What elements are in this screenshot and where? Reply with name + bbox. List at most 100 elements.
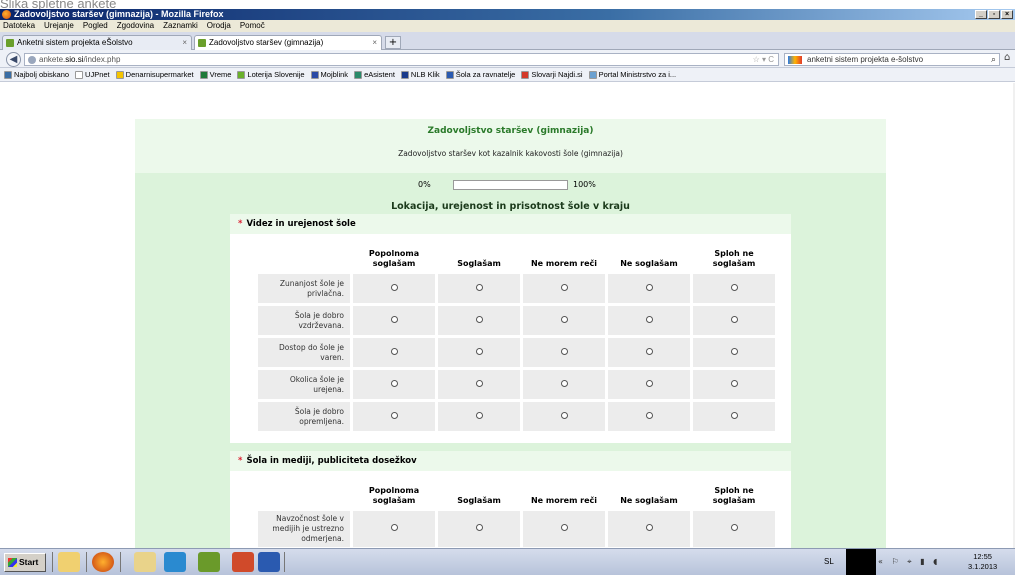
tab-zadovoljstvo[interactable]: Zadovoljstvo staršev (gimnazija) × [194,35,382,50]
bookmark-item[interactable]: eAsistent [354,68,395,81]
radio-cell[interactable] [353,338,435,367]
url-input[interactable]: ankete.sio.si/index.php ☆ ▾ C [24,53,779,66]
menu-item-zgodovina[interactable]: Zgodovina [117,20,154,32]
radio-button[interactable] [560,283,568,291]
radio-cell[interactable] [693,306,775,335]
radio-button[interactable] [390,283,398,291]
radio-button[interactable] [645,411,653,419]
radio-cell[interactable] [608,306,690,335]
radio-cell[interactable] [523,306,605,335]
radio-button[interactable] [390,379,398,387]
radio-button[interactable] [390,524,398,531]
radio-button[interactable] [730,524,738,531]
new-tab-button[interactable]: + [385,36,401,49]
bookmark-item[interactable]: Denarnisupermarket [115,68,194,81]
radio-button[interactable] [475,524,483,531]
radio-cell[interactable] [693,338,775,367]
bookmark-item[interactable]: NLB Klik [400,68,440,81]
radio-button[interactable] [475,347,483,355]
radio-cell[interactable] [523,511,605,547]
radio-cell[interactable] [353,370,435,399]
radio-cell[interactable] [353,274,435,303]
url-action-icons[interactable]: ☆ ▾ C [753,54,774,65]
radio-cell[interactable] [438,511,520,547]
menu-item-urejanje[interactable]: Urejanje [44,20,74,32]
tab-close-icon[interactable]: × [372,36,377,50]
radio-cell[interactable] [438,402,520,431]
radio-button[interactable] [645,315,653,323]
radio-button[interactable] [560,347,568,355]
radio-cell[interactable] [693,274,775,303]
media-icon[interactable] [198,552,220,572]
radio-button[interactable] [390,315,398,323]
radio-button[interactable] [390,411,398,419]
radio-button[interactable] [730,315,738,323]
radio-cell[interactable] [608,511,690,547]
maximize-button[interactable]: ▫ [988,10,1000,19]
radio-cell[interactable] [438,338,520,367]
teamviewer-icon[interactable] [164,552,186,572]
bookmark-item[interactable]: Najbolj obiskano [4,68,69,81]
menu-item-pomoc[interactable]: Pomoč [240,20,265,32]
radio-cell[interactable] [523,274,605,303]
radio-button[interactable] [730,379,738,387]
clock[interactable]: 12:55 3.1.2013 [968,552,997,572]
bookmark-item[interactable]: Mojblink [310,68,348,81]
radio-cell[interactable] [438,370,520,399]
search-icon[interactable]: ⌕ [991,54,996,65]
powerpoint-icon[interactable] [232,552,254,572]
radio-cell[interactable] [353,511,435,547]
radio-button[interactable] [730,411,738,419]
radio-button[interactable] [475,379,483,387]
radio-button[interactable] [645,347,653,355]
home-icon[interactable]: ⌂ [1004,52,1010,63]
radio-cell[interactable] [608,274,690,303]
radio-button[interactable] [730,347,738,355]
radio-cell[interactable] [693,511,775,547]
radio-cell[interactable] [608,338,690,367]
menu-item-datoteka[interactable]: Datoteka [3,20,35,32]
firefox-icon[interactable] [92,552,114,572]
tray-icons[interactable]: « ⚐ ⌖ ▮ ◖ [878,557,940,567]
tab-anketni-sistem[interactable]: Anketni sistem projekta eŠolstvo × [2,35,192,50]
radio-button[interactable] [730,283,738,291]
radio-cell[interactable] [523,370,605,399]
radio-button[interactable] [645,524,653,531]
bookmark-item[interactable]: Šola za ravnatelje [445,68,515,81]
radio-button[interactable] [475,315,483,323]
radio-button[interactable] [560,379,568,387]
radio-button[interactable] [475,411,483,419]
radio-button[interactable] [645,379,653,387]
explorer-icon[interactable] [134,552,156,572]
radio-button[interactable] [475,283,483,291]
radio-cell[interactable] [693,370,775,399]
bookmark-item[interactable]: Vreme [199,68,231,81]
radio-cell[interactable] [693,402,775,431]
language-indicator[interactable]: SL [824,557,834,566]
word-icon[interactable] [258,552,280,572]
radio-cell[interactable] [523,338,605,367]
radio-cell[interactable] [438,306,520,335]
radio-button[interactable] [560,315,568,323]
tab-close-icon[interactable]: × [182,36,187,50]
radio-button[interactable] [560,524,568,531]
start-button[interactable]: Start [4,553,46,572]
radio-button[interactable] [560,411,568,419]
radio-cell[interactable] [353,306,435,335]
radio-cell[interactable] [438,274,520,303]
close-button[interactable]: × [1001,10,1013,19]
search-input[interactable]: anketni sistem projekta e-šolstvo ⌕ [784,53,1000,66]
minimize-button[interactable]: _ [975,10,987,19]
radio-button[interactable] [645,283,653,291]
radio-cell[interactable] [608,370,690,399]
radio-cell[interactable] [353,402,435,431]
search-engine-icon[interactable] [788,56,802,64]
radio-cell[interactable] [523,402,605,431]
folder-icon[interactable] [58,552,80,572]
bookmark-item[interactable]: Slovarji Najdi.si [521,68,583,81]
bookmark-item[interactable]: Loterija Slovenije [237,68,305,81]
menu-item-pogled[interactable]: Pogled [83,20,108,32]
radio-button[interactable] [390,347,398,355]
back-button[interactable]: ◀ [6,52,21,67]
bookmark-item[interactable]: UJPnet [75,68,110,81]
